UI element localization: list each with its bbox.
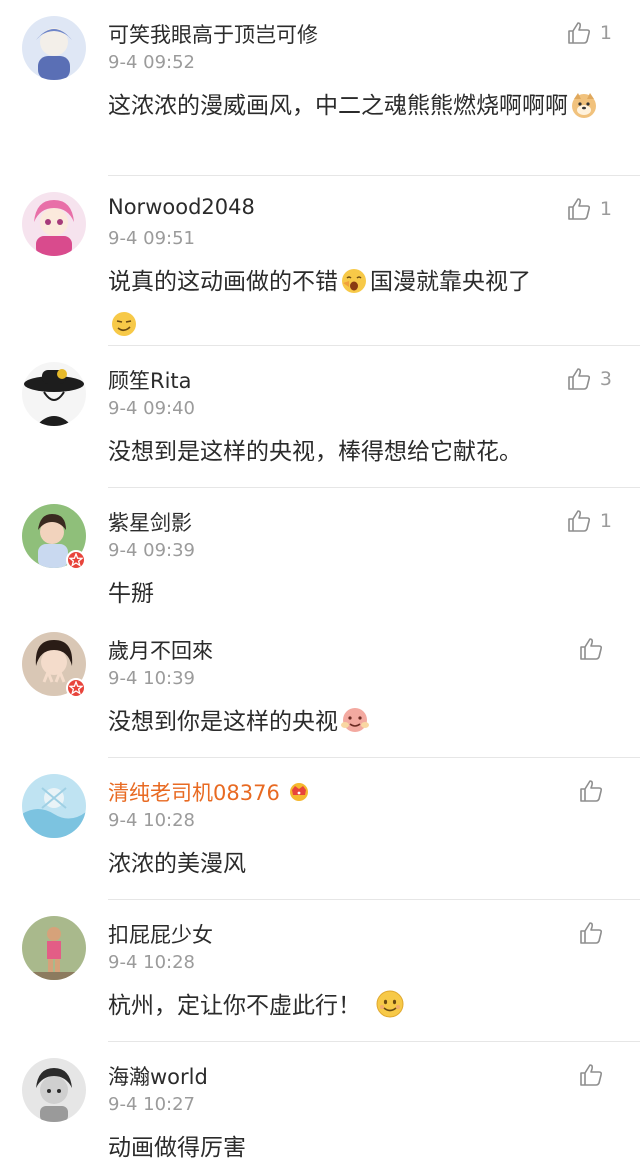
like-button[interactable] — [578, 778, 612, 806]
user-name[interactable]: 歲月不回來 — [108, 635, 213, 665]
like-count: 3 — [599, 368, 612, 390]
timestamp: 9-4 10:28 — [108, 952, 195, 973]
like-button[interactable] — [578, 920, 612, 948]
avatar[interactable] — [22, 1058, 86, 1122]
comment-item: 海瀚world 9-4 10:27 动画做得厉害 — [0, 1042, 640, 1175]
user-name[interactable]: 可笑我眼高于顶岂可修 — [108, 19, 318, 49]
avatar[interactable] — [22, 192, 86, 256]
like-count: 1 — [599, 198, 612, 220]
verified-star-badge-icon — [66, 678, 86, 698]
timestamp: 9-4 09:39 — [108, 540, 195, 561]
comment-list: 可笑我眼高于顶岂可修 9-4 09:52 1 这浓浓的漫威画风，中二之魂熊熊燃烧… — [0, 0, 640, 1175]
comment-text: 没想到是这样的央视，棒得想给它献花。 — [108, 439, 522, 465]
comment-item: 可笑我眼高于顶岂可修 9-4 09:52 1 这浓浓的漫威画风，中二之魂熊熊燃烧… — [0, 0, 640, 176]
comment-text: 杭州，定让你不虚此行！ — [108, 988, 608, 1031]
thumbs-up-icon — [568, 368, 590, 390]
avatar[interactable] — [22, 774, 86, 838]
timestamp: 9-4 09:51 — [108, 228, 195, 249]
avatar[interactable] — [22, 16, 86, 80]
smile-emoji-icon — [375, 989, 405, 1031]
thumbs-up-icon — [568, 22, 590, 44]
timestamp: 9-4 10:28 — [108, 810, 195, 831]
comment-text: 这浓浓的漫威画风，中二之魂熊熊燃烧啊啊啊 — [108, 88, 608, 131]
comment-item: 紫星剑影 9-4 09:39 1 牛掰 — [0, 488, 640, 616]
avatar[interactable] — [22, 916, 86, 980]
like-count: 1 — [599, 22, 612, 44]
thumbs-up-icon — [568, 198, 590, 220]
verified-star-badge-icon — [66, 550, 86, 570]
timestamp: 9-4 09:40 — [108, 398, 195, 419]
like-button[interactable] — [578, 1062, 612, 1090]
comment-text: 浓浓的美漫风 — [108, 851, 246, 877]
comment-text: 说真的这动画做的不错 国漫就靠央视了 — [108, 264, 608, 350]
timestamp: 9-4 09:52 — [108, 52, 195, 73]
like-button[interactable]: 1 — [566, 196, 612, 224]
thumbs-up-icon — [580, 638, 603, 660]
doge-emoji-icon — [570, 91, 598, 131]
like-button[interactable]: 1 — [566, 508, 612, 536]
yawn-emoji-icon — [340, 267, 368, 307]
smirk-emoji-icon — [110, 310, 138, 350]
comment-item: 歲月不回來 9-4 10:39 没想到你是这样的央视 — [0, 616, 640, 758]
thumbs-up-icon — [580, 780, 603, 802]
like-button[interactable]: 1 — [566, 20, 612, 48]
user-name-vip[interactable]: 清纯老司机08376 — [108, 777, 312, 807]
comment-text: 牛掰 — [108, 581, 154, 607]
comment-text: 动画做得厉害 — [108, 1135, 246, 1161]
avatar[interactable] — [22, 362, 86, 426]
comment-item: Norwood2048 9-4 09:51 1 说真的这动画做的不错 国漫就靠央视… — [0, 176, 640, 346]
crown-icon — [286, 780, 312, 807]
comment-text: 没想到你是这样的央视 — [108, 704, 608, 747]
thumbs-up-icon — [580, 1064, 603, 1086]
like-button[interactable]: 3 — [566, 366, 612, 394]
comment-item: 顾笙Rita 9-4 09:40 3 没想到是这样的央视，棒得想给它献花。 — [0, 346, 640, 488]
like-count: 1 — [599, 510, 612, 532]
user-name[interactable]: 扣屁屁少女 — [108, 919, 213, 949]
timestamp: 9-4 10:27 — [108, 1094, 195, 1115]
like-button[interactable] — [578, 636, 612, 664]
hug-emoji-icon — [340, 705, 370, 747]
thumbs-up-icon — [568, 510, 590, 532]
comment-item: 扣屁屁少女 9-4 10:28 杭州，定让你不虚此行！ — [0, 900, 640, 1042]
comment-item: 清纯老司机08376 9-4 10:28 浓浓的美漫风 — [0, 758, 640, 900]
thumbs-up-icon — [580, 922, 603, 944]
user-name[interactable]: 顾笙Rita — [108, 365, 192, 395]
timestamp: 9-4 10:39 — [108, 668, 195, 689]
user-name[interactable]: 海瀚world — [108, 1061, 208, 1091]
user-name[interactable]: Norwood2048 — [108, 195, 255, 219]
user-name[interactable]: 紫星剑影 — [108, 507, 192, 537]
